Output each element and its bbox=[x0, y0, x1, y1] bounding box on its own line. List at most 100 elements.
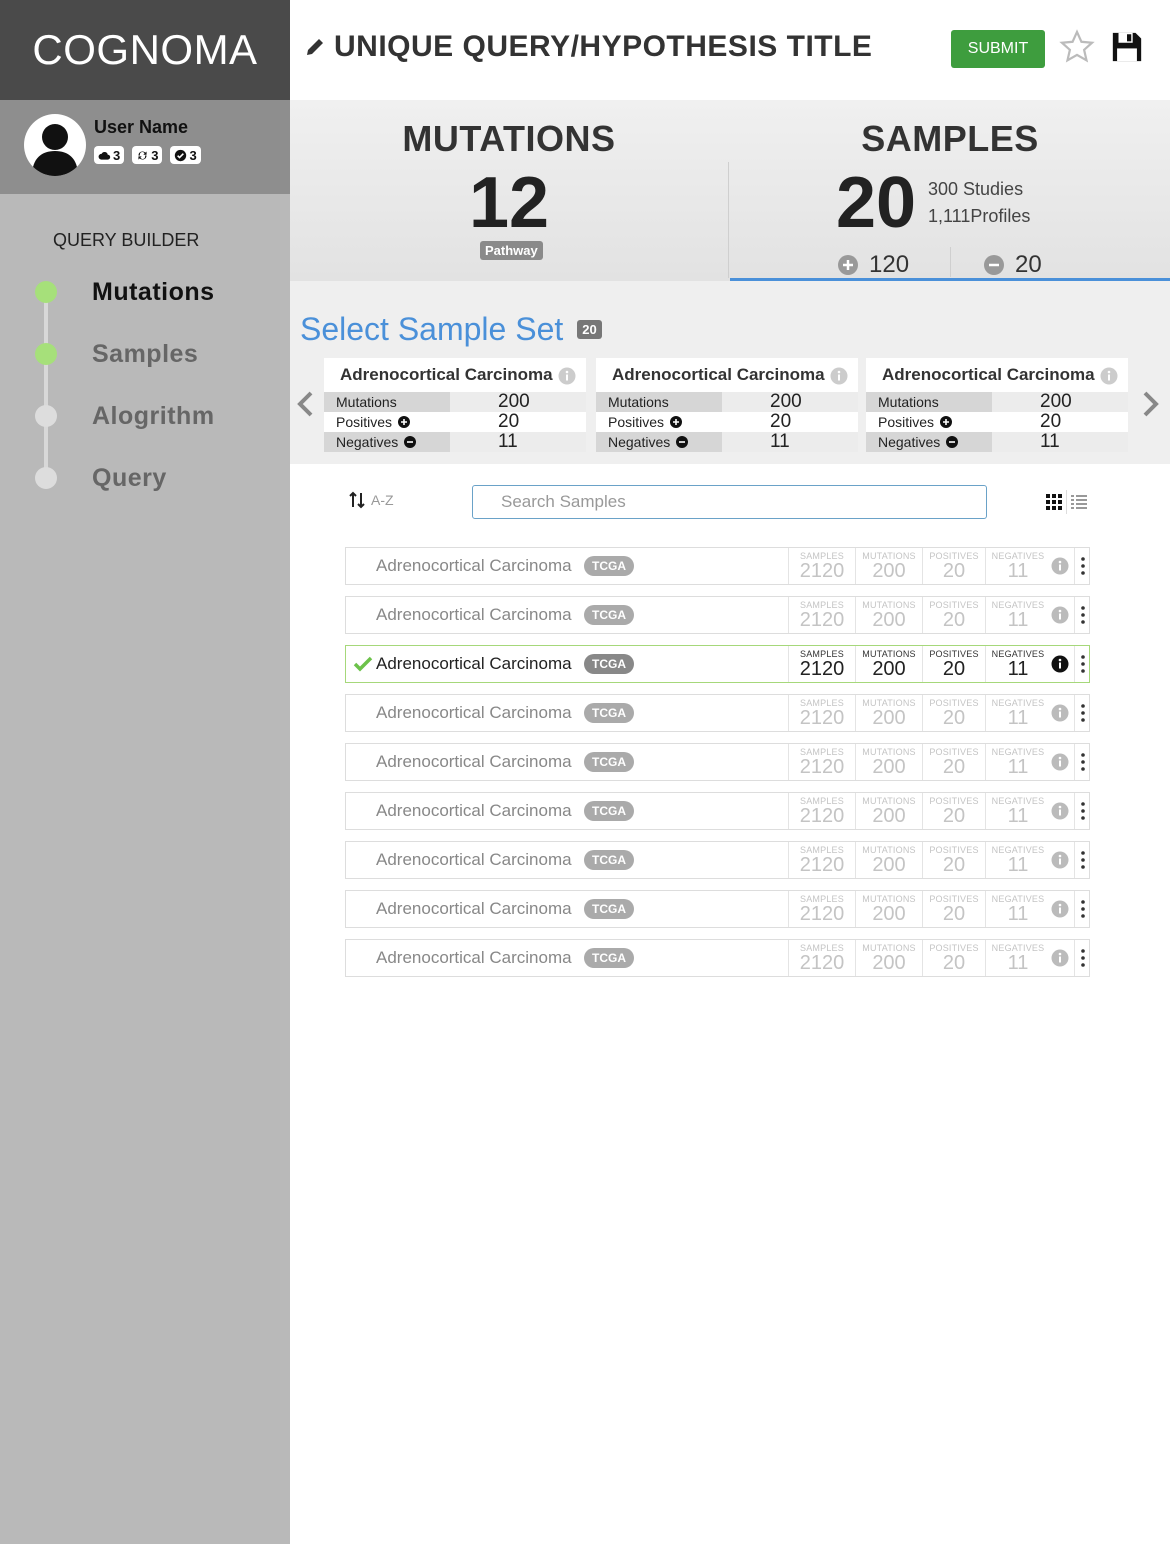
negative-count[interactable]: 20 bbox=[983, 251, 1042, 279]
metric-value: 2120 bbox=[799, 805, 845, 827]
sample-set-card[interactable]: Adrenocortical Carcinoma Mutations 200 Po… bbox=[596, 358, 858, 452]
card-row-mutations: Mutations 200 bbox=[596, 391, 858, 412]
info-icon[interactable] bbox=[1051, 557, 1069, 575]
row-name: Adrenocortical Carcinoma bbox=[376, 948, 572, 967]
row-name: Adrenocortical Carcinoma bbox=[376, 605, 572, 624]
more-vertical-icon[interactable] bbox=[1080, 556, 1086, 576]
sample-set-card[interactable]: Adrenocortical Carcinoma Mutations 200 Po… bbox=[866, 358, 1128, 452]
info-icon[interactable] bbox=[1051, 606, 1069, 624]
refresh-badge[interactable]: 3 bbox=[132, 146, 163, 164]
step-query[interactable]: Query bbox=[35, 464, 166, 492]
metric-samples: SAMPLES 2120 bbox=[788, 793, 855, 829]
metric-value: 20 bbox=[942, 707, 966, 729]
step-algorithm[interactable]: Alogrithm bbox=[35, 402, 214, 430]
card-value: 20 bbox=[770, 411, 792, 432]
sort-control[interactable]: A-Z bbox=[349, 491, 394, 509]
step-mutations[interactable]: Mutations bbox=[35, 278, 214, 306]
more-vertical-icon[interactable] bbox=[1080, 850, 1086, 870]
metric-positives: POSITIVES 20 bbox=[922, 793, 985, 829]
table-row[interactable]: Adrenocortical Carcinoma TCGA SAMPLES 2120 M… bbox=[345, 939, 1090, 977]
table-row[interactable]: Adrenocortical Carcinoma TCGA SAMPLES 2120 M… bbox=[345, 645, 1090, 683]
card-key: Mutations bbox=[866, 392, 992, 412]
submit-button[interactable]: SUBMIT bbox=[951, 30, 1045, 68]
info-icon[interactable] bbox=[1051, 802, 1069, 820]
search-input[interactable] bbox=[472, 485, 987, 519]
more-vertical-icon[interactable] bbox=[1080, 703, 1086, 723]
list-view-icon[interactable] bbox=[1071, 494, 1087, 510]
card-key: Positives bbox=[324, 412, 450, 432]
title-wrap[interactable]: UNIQUE QUERY/HYPOTHESIS TITLE bbox=[304, 30, 872, 64]
cloud-badge[interactable]: 3 bbox=[94, 146, 125, 164]
mutations-stat[interactable]: MUTATIONS 12 Pathway bbox=[290, 100, 728, 281]
table-row[interactable]: Adrenocortical Carcinoma TCGA SAMPLES 2120 M… bbox=[345, 743, 1090, 781]
more-vertical-icon[interactable] bbox=[1080, 899, 1086, 919]
metric-value: 2120 bbox=[799, 854, 845, 876]
avatar[interactable] bbox=[24, 114, 86, 176]
step-dot bbox=[35, 281, 57, 303]
metric-mutations: MUTATIONS 200 bbox=[855, 548, 922, 584]
metric-value: 11 bbox=[1007, 903, 1029, 925]
more-vertical-icon[interactable] bbox=[1080, 752, 1086, 772]
info-icon[interactable] bbox=[830, 367, 848, 385]
metric-value: 20 bbox=[942, 658, 966, 680]
samples-stat[interactable]: SAMPLES 20 300 Studies 1,111Profiles 120… bbox=[730, 100, 1170, 281]
card-value: 11 bbox=[992, 431, 1128, 452]
pencil-icon[interactable] bbox=[304, 36, 326, 58]
query-builder-title: QUERY BUILDER bbox=[53, 230, 200, 250]
step-samples[interactable]: Samples bbox=[35, 340, 198, 368]
mutations-title: MUTATIONS bbox=[402, 118, 616, 159]
positive-count[interactable]: 120 bbox=[837, 251, 909, 279]
info-icon[interactable] bbox=[1100, 367, 1118, 385]
sample-set-count-badge: 20 bbox=[577, 320, 602, 339]
metric-value: 2120 bbox=[799, 756, 845, 778]
card-title-text: Adrenocortical Carcinoma bbox=[612, 365, 825, 384]
row-name: Adrenocortical Carcinoma bbox=[376, 654, 572, 673]
metric-positives: POSITIVES 20 bbox=[922, 695, 985, 731]
row-divider bbox=[1074, 940, 1075, 976]
app-logo[interactable]: COGNOMA bbox=[0, 0, 290, 100]
card-title: Adrenocortical Carcinoma bbox=[596, 358, 858, 392]
check-badge[interactable]: 3 bbox=[170, 146, 201, 164]
metric-value: 11 bbox=[1007, 756, 1029, 778]
check-count: 3 bbox=[189, 147, 197, 163]
chevron-left-icon[interactable] bbox=[296, 391, 316, 417]
sample-set-card[interactable]: Adrenocortical Carcinoma Mutations 200 Po… bbox=[324, 358, 586, 452]
table-row[interactable]: Adrenocortical Carcinoma TCGA SAMPLES 2120 M… bbox=[345, 841, 1090, 879]
sort-icon bbox=[349, 491, 365, 509]
table-row[interactable]: Adrenocortical Carcinoma TCGA SAMPLES 2120 M… bbox=[345, 792, 1090, 830]
more-vertical-icon[interactable] bbox=[1080, 605, 1086, 625]
info-icon[interactable] bbox=[558, 367, 576, 385]
more-vertical-icon[interactable] bbox=[1080, 948, 1086, 968]
metric-positives: POSITIVES 20 bbox=[922, 940, 985, 976]
source-tag: TCGA bbox=[584, 605, 634, 625]
pathway-badge[interactable]: Pathway bbox=[480, 241, 543, 260]
row-divider bbox=[1074, 597, 1075, 633]
table-row[interactable]: Adrenocortical Carcinoma TCGA SAMPLES 2120 M… bbox=[345, 694, 1090, 732]
table-row[interactable]: Adrenocortical Carcinoma TCGA SAMPLES 2120 M… bbox=[345, 596, 1090, 634]
card-key-text: Positives bbox=[336, 414, 393, 430]
metric-samples: SAMPLES 2120 bbox=[788, 940, 855, 976]
star-icon[interactable] bbox=[1058, 28, 1096, 66]
info-icon[interactable] bbox=[1051, 655, 1069, 673]
user-panel: User Name 3 3 3 bbox=[0, 100, 290, 194]
card-key-text: Negatives bbox=[878, 434, 941, 450]
more-vertical-icon[interactable] bbox=[1080, 654, 1086, 674]
card-value: 20 bbox=[498, 411, 520, 432]
minus-circle-icon bbox=[404, 436, 417, 448]
info-icon[interactable] bbox=[1051, 900, 1069, 918]
more-vertical-icon[interactable] bbox=[1080, 801, 1086, 821]
info-icon[interactable] bbox=[1051, 704, 1069, 722]
info-icon[interactable] bbox=[1051, 753, 1069, 771]
table-row[interactable]: Adrenocortical Carcinoma TCGA SAMPLES 2120 M… bbox=[345, 547, 1090, 585]
row-name: Adrenocortical Carcinoma bbox=[376, 801, 572, 820]
info-icon[interactable] bbox=[1051, 949, 1069, 967]
minus-circle-icon bbox=[946, 436, 959, 448]
card-key: Mutations bbox=[596, 392, 722, 412]
save-icon[interactable] bbox=[1110, 30, 1144, 64]
info-icon[interactable] bbox=[1051, 851, 1069, 869]
step-dot bbox=[35, 405, 57, 427]
chevron-right-icon[interactable] bbox=[1140, 391, 1160, 417]
step-dot bbox=[35, 467, 57, 489]
table-row[interactable]: Adrenocortical Carcinoma TCGA SAMPLES 2120 M… bbox=[345, 890, 1090, 928]
grid-view-icon[interactable] bbox=[1046, 494, 1062, 510]
